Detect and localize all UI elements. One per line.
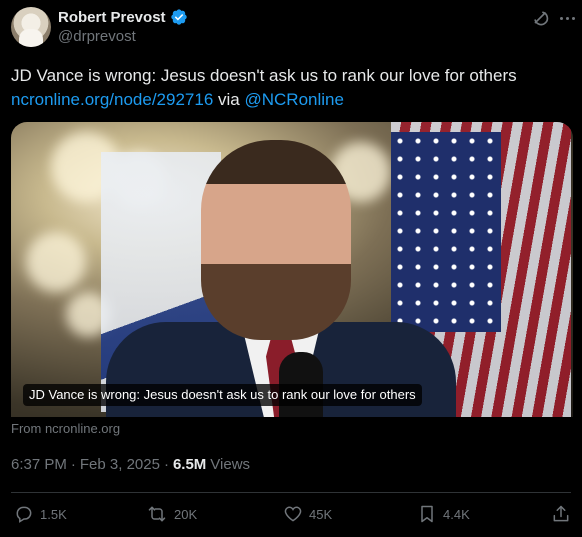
like-icon: [284, 506, 302, 522]
tweet-time[interactable]: 6:37 PM: [11, 456, 67, 473]
share-button[interactable]: [551, 504, 571, 524]
author-name-row: Robert Prevost: [58, 7, 188, 27]
article-link[interactable]: ncronline.org/node/292716: [11, 90, 213, 109]
via-text: via: [218, 90, 240, 109]
share-icon: [553, 505, 569, 522]
tweet-body: JD Vance is wrong: Jesus doesn't ask us …: [11, 66, 517, 85]
bookmark-button[interactable]: 4.4K: [417, 504, 470, 524]
action-bar: 1.5K 20K 45K 4.4K: [0, 504, 582, 530]
us-flag-stars: [391, 132, 501, 332]
card-caption[interactable]: JD Vance is wrong: Jesus doesn't ask us …: [23, 384, 422, 406]
author-handle[interactable]: @drprevost: [58, 28, 136, 45]
repost-icon: [148, 506, 166, 522]
tweet-date[interactable]: Feb 3, 2025: [80, 456, 160, 473]
repost-button[interactable]: 20K: [146, 504, 197, 524]
more-icon[interactable]: [556, 8, 578, 28]
card-source[interactable]: From ncronline.org: [11, 421, 120, 436]
meta-separator: ·: [163, 456, 169, 473]
grok-icon[interactable]: [530, 8, 550, 28]
bokeh-light: [26, 232, 86, 292]
repost-count: 20K: [174, 506, 198, 522]
views-count: 6.5M: [172, 456, 207, 473]
bookmark-icon: [421, 505, 433, 523]
reply-count: 1.5K: [40, 506, 67, 522]
author-display-name[interactable]: Robert Prevost: [58, 9, 166, 26]
like-count: 45K: [309, 506, 333, 522]
mention-link[interactable]: @NCRonline: [244, 90, 343, 109]
speaker-head: [201, 140, 351, 340]
bookmark-count: 4.4K: [443, 506, 470, 522]
views-label: Views: [210, 456, 251, 473]
link-card-image[interactable]: JD Vance is wrong: Jesus doesn't ask us …: [11, 122, 573, 417]
tweet-meta: 6:37 PM · Feb 3, 2025 · 6.5M Views: [11, 456, 250, 473]
tweet-text: JD Vance is wrong: Jesus doesn't ask us …: [11, 64, 571, 112]
reply-icon: [16, 506, 32, 523]
divider: [11, 492, 571, 493]
verified-badge-icon[interactable]: [170, 8, 188, 26]
avatar[interactable]: [11, 7, 51, 47]
meta-separator: ·: [70, 456, 76, 473]
reply-button[interactable]: 1.5K: [14, 504, 67, 524]
like-button[interactable]: 45K: [283, 504, 332, 524]
